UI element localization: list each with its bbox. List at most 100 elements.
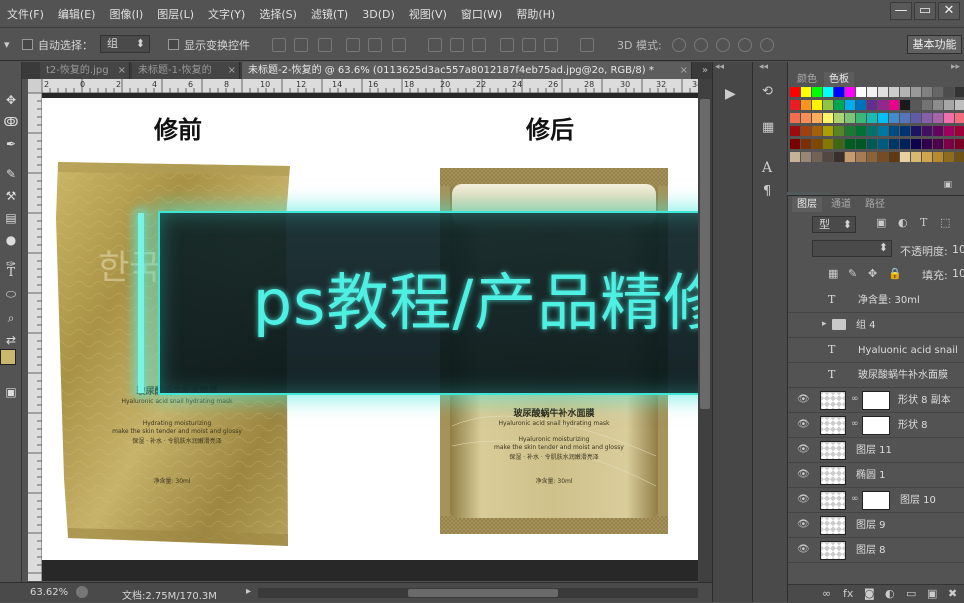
auto-select-dropdown[interactable]: 组 ⬍	[100, 35, 150, 53]
menu-item[interactable]: 图层(L)	[150, 0, 201, 30]
color-swatch[interactable]	[889, 100, 899, 110]
vertical-ruler[interactable]	[28, 93, 42, 581]
3d-mode-icon[interactable]	[760, 38, 774, 52]
color-swatch[interactable]	[900, 126, 910, 136]
3d-panel-icon[interactable]: ▦	[762, 120, 774, 135]
color-swatch[interactable]	[911, 113, 921, 123]
color-swatch[interactable]	[889, 87, 899, 97]
brush-tool-icon[interactable]: ✎	[3, 166, 19, 182]
align-icon[interactable]	[472, 38, 486, 52]
tab-untitled-1[interactable]: 未标题-1-恢复的 ×	[132, 62, 240, 79]
menu-item[interactable]: 编辑(E)	[51, 0, 103, 30]
align-icon[interactable]	[272, 38, 286, 52]
blend-mode-dropdown[interactable]: ⬍	[812, 240, 892, 257]
trash-icon[interactable]: ✖	[948, 587, 957, 600]
color-swatch[interactable]	[845, 113, 855, 123]
color-swatch[interactable]	[922, 126, 932, 136]
tab-t2[interactable]: t2-恢复的.jpg ×	[40, 62, 130, 79]
tab-layers[interactable]: 图层	[792, 197, 822, 212]
tab-paths[interactable]: 路径	[860, 197, 890, 212]
swatch-grid[interactable]	[790, 87, 964, 165]
color-swatch[interactable]	[944, 139, 954, 149]
visibility-eye-icon[interactable]: 👁	[797, 419, 810, 431]
color-swatch[interactable]	[812, 87, 822, 97]
move-tool-icon[interactable]: ✥	[3, 92, 19, 108]
layer-row[interactable]: 👁 椭圆 1	[788, 463, 964, 488]
color-swatch[interactable]	[867, 126, 877, 136]
visibility-eye-icon[interactable]: 👁	[797, 444, 810, 456]
layer-row[interactable]: T Hyaluonic acid snail	[788, 338, 964, 363]
color-swatch[interactable]	[933, 113, 943, 123]
color-swatch[interactable]	[878, 152, 888, 162]
visibility-eye-icon[interactable]: 👁	[797, 494, 810, 506]
color-swatch[interactable]	[801, 126, 811, 136]
color-swatch[interactable]	[790, 139, 800, 149]
foreground-color-swatch[interactable]	[0, 349, 16, 365]
color-swatch[interactable]	[933, 126, 943, 136]
color-swatch[interactable]	[834, 113, 844, 123]
minimize-button[interactable]: —	[890, 2, 912, 20]
align-icon[interactable]	[346, 38, 360, 52]
color-swatch[interactable]	[845, 152, 855, 162]
status-menu-arrow-icon[interactable]: ▸	[246, 586, 251, 597]
type-tool-icon[interactable]: T	[3, 264, 19, 280]
color-swatch[interactable]	[801, 113, 811, 123]
tab-overflow-icon[interactable]: »	[702, 62, 708, 79]
color-swatch[interactable]	[867, 113, 877, 123]
color-swatch[interactable]	[845, 126, 855, 136]
filter-pixel-icon[interactable]: ▣	[876, 216, 886, 229]
color-swatch[interactable]	[834, 152, 844, 162]
visibility-eye-icon[interactable]: 👁	[797, 469, 810, 481]
menu-item[interactable]: 图像(I)	[102, 0, 150, 30]
color-swatch[interactable]	[801, 139, 811, 149]
color-swatch[interactable]	[801, 87, 811, 97]
swap-colors-icon[interactable]: ⇄	[3, 332, 19, 348]
tab-channels[interactable]: 通道	[826, 197, 856, 212]
color-swatch[interactable]	[867, 87, 877, 97]
layer-row[interactable]: 👁 ∞ 图层 10	[788, 488, 964, 513]
layer-row[interactable]: 👁 图层 11	[788, 438, 964, 463]
color-swatch[interactable]	[856, 113, 866, 123]
color-swatch[interactable]	[922, 87, 932, 97]
visibility-eye-icon[interactable]: 👁	[797, 519, 810, 531]
color-swatch[interactable]	[889, 113, 899, 123]
menu-item[interactable]: 3D(D)	[355, 0, 402, 30]
color-swatch[interactable]	[856, 87, 866, 97]
color-swatch[interactable]	[922, 100, 932, 110]
layer-row[interactable]: 👁 图层 8	[788, 538, 964, 563]
color-swatch[interactable]	[944, 100, 954, 110]
expand-arrow-icon[interactable]: ▸	[822, 319, 827, 329]
chain-link-icon[interactable]: ∞	[851, 494, 859, 504]
color-swatch[interactable]	[823, 152, 833, 162]
fx-icon[interactable]: fx	[843, 587, 853, 600]
zoom-tool-icon[interactable]: ⌕	[3, 310, 19, 326]
color-swatch[interactable]	[911, 87, 921, 97]
layer-row[interactable]: 👁 图层 9	[788, 513, 964, 538]
color-swatch[interactable]	[867, 139, 877, 149]
color-swatch[interactable]	[834, 126, 844, 136]
color-swatch[interactable]	[900, 87, 910, 97]
menu-item[interactable]: 窗口(W)	[454, 0, 509, 30]
color-swatch[interactable]	[900, 139, 910, 149]
mask-icon[interactable]: ◙	[864, 587, 875, 600]
color-swatch[interactable]	[955, 87, 964, 97]
color-swatch[interactable]	[955, 139, 964, 149]
color-swatch[interactable]	[812, 100, 822, 110]
ruler-origin[interactable]	[28, 79, 42, 93]
color-swatch[interactable]	[922, 139, 932, 149]
play-icon[interactable]: ▶	[725, 86, 736, 102]
layer-row[interactable]: T 净含量: 30ml	[788, 288, 964, 313]
lock-image-icon[interactable]: ✎	[848, 267, 857, 280]
align-icon[interactable]	[522, 38, 536, 52]
color-swatch[interactable]	[889, 126, 899, 136]
filter-type-icon[interactable]: T	[920, 216, 927, 229]
3d-mode-icon[interactable]	[738, 38, 752, 52]
color-swatch[interactable]	[867, 152, 877, 162]
new-layer-icon[interactable]: ▣	[927, 587, 937, 600]
color-swatch[interactable]	[845, 139, 855, 149]
color-swatch[interactable]	[944, 152, 954, 162]
color-swatch[interactable]	[900, 100, 910, 110]
tab-swatches[interactable]: 色板	[824, 72, 854, 87]
align-icon[interactable]	[544, 38, 558, 52]
menu-item[interactable]: 文件(F)	[0, 0, 51, 30]
